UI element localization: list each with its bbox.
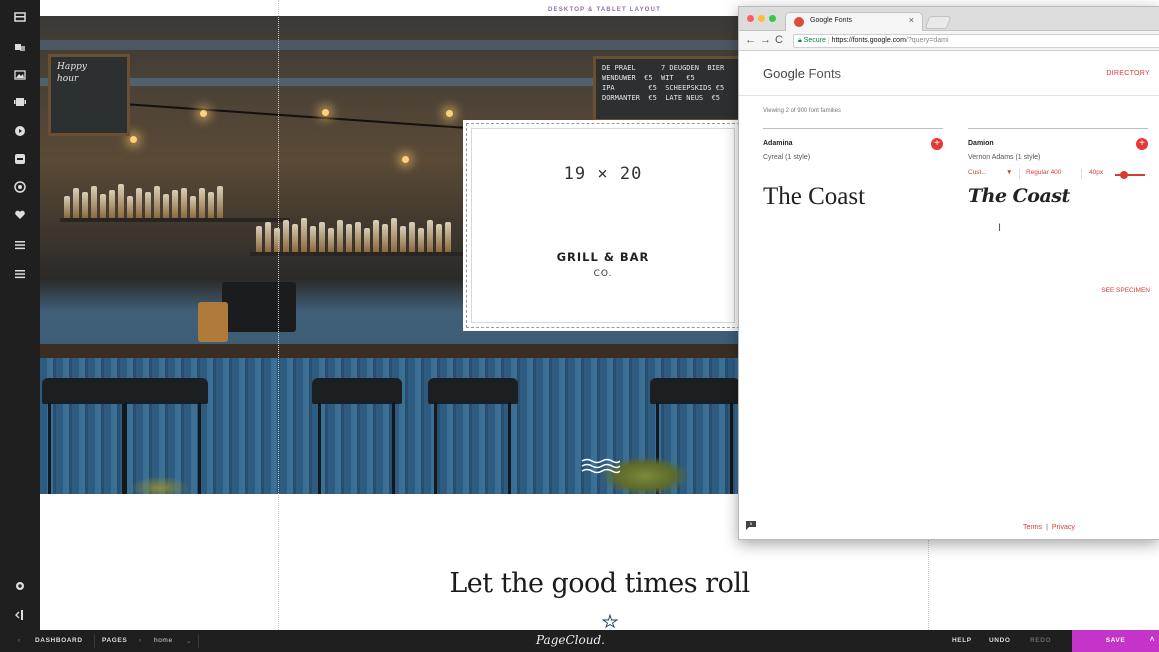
google-fonts-favicon-icon — [794, 17, 804, 27]
column-guide — [278, 0, 279, 630]
bottles — [256, 218, 451, 252]
bar-counter — [40, 344, 740, 358]
register-monitor — [222, 282, 296, 332]
chevron-up-icon[interactable]: ˄ — [1150, 629, 1155, 651]
light-bulb — [200, 110, 207, 117]
string-lights — [100, 101, 520, 133]
pagecloud-logo: PageCloud. — [536, 633, 605, 647]
logo-card[interactable]: 19 × 20 GRILL & BAR CO. — [463, 120, 743, 331]
save-button[interactable]: SAVE ˄ — [1072, 630, 1159, 652]
back-icon[interactable]: ← — [745, 34, 756, 46]
ornament-icon — [602, 614, 618, 628]
light-bulb — [402, 156, 409, 163]
font-sample[interactable]: The Coast — [763, 183, 865, 211]
add-font-button[interactable]: + — [931, 138, 943, 150]
google-fonts-header: Google Fonts DIRECTORY — [739, 52, 1159, 96]
browser-tab-bar: Google Fonts × — [739, 7, 1159, 31]
page-select[interactable]: home — [154, 637, 173, 644]
bar-shelf — [250, 252, 470, 256]
font-author: Cyreal (1 style) — [763, 154, 811, 161]
headline[interactable]: Let the good times roll — [40, 568, 1159, 599]
font-card-adamina[interactable]: Adamina Cyreal (1 style) + The Coast — [763, 128, 943, 298]
embed-icon[interactable] — [6, 148, 34, 170]
pages-button[interactable]: PAGES — [102, 637, 127, 644]
list-icon[interactable] — [6, 263, 34, 285]
text-cursor-icon: I — [998, 222, 1002, 234]
address-bar: ← → C 🔒︎ Secure | https://fonts.google.c… — [739, 31, 1159, 51]
video-icon[interactable] — [6, 120, 34, 142]
social-icon[interactable] — [6, 176, 34, 198]
ceiling-beam — [40, 40, 740, 50]
browser-window: Google Fonts × ← → C 🔒︎ Secure | https:/… — [738, 6, 1159, 540]
font-size-slider[interactable] — [1115, 171, 1145, 179]
font-family-name: Adamina — [763, 140, 793, 147]
close-window-icon[interactable] — [747, 15, 754, 22]
close-tab-icon[interactable]: × — [909, 15, 914, 25]
chalkboard-right: DE PRAEL 7 DEUGDEN BIER WENDUWER €5 WIT … — [593, 56, 740, 122]
help-button[interactable]: HELP — [952, 637, 972, 644]
gallery-icon[interactable] — [6, 91, 34, 113]
feedback-icon[interactable] — [746, 521, 756, 530]
directory-link[interactable]: DIRECTORY — [1106, 70, 1150, 77]
footer-links: Terms | Privacy — [1023, 524, 1075, 531]
light-bulb — [446, 110, 453, 117]
tool-rail — [0, 0, 40, 630]
bar-stool — [312, 378, 402, 494]
privacy-link[interactable]: Privacy — [1052, 524, 1075, 531]
secure-label: Secure — [803, 37, 826, 44]
logo-numbers: 19 × 20 — [563, 164, 643, 184]
url-path: /?query=dami — [905, 37, 949, 44]
undo-button[interactable]: UNDO — [989, 637, 1011, 644]
forward-icon[interactable]: → — [760, 34, 771, 46]
dashboard-button[interactable]: DASHBOARD — [35, 637, 83, 644]
style-select[interactable]: Regular 400 — [1026, 169, 1061, 176]
wicker-basket — [198, 302, 228, 342]
chevron-right-icon: › — [139, 637, 142, 644]
logo-card-border — [471, 128, 735, 323]
size-value: 40px — [1089, 169, 1104, 176]
chalkboard-left: Happy hour — [48, 54, 130, 136]
sample-text-select[interactable]: Cust... — [968, 169, 987, 176]
bottles — [64, 184, 223, 218]
chevron-down-icon[interactable]: ⌄ — [186, 637, 192, 645]
url-host: https://fonts.google.com — [831, 37, 906, 44]
font-family-name: Damion — [968, 140, 994, 147]
maximize-window-icon[interactable] — [769, 15, 776, 22]
heart-icon[interactable] — [6, 204, 34, 226]
plant — [130, 476, 190, 494]
results-count: Viewing 2 of 900 font families — [763, 108, 841, 114]
google-fonts-logo[interactable]: Google Fonts — [763, 66, 841, 81]
chevron-down-icon[interactable]: ▼ — [1006, 169, 1012, 176]
menu-icon[interactable] — [6, 234, 34, 256]
image-icon[interactable] — [6, 64, 34, 86]
see-specimen-link[interactable]: SEE SPECIMEN — [1101, 287, 1150, 294]
settings-icon[interactable] — [6, 575, 34, 597]
logo-co: CO. — [593, 269, 613, 279]
section-icon[interactable] — [6, 6, 34, 28]
font-author: Vernon Adams (1 style) — [968, 154, 1041, 161]
waves-icon — [581, 458, 620, 474]
light-bulb — [130, 136, 137, 143]
browser-tab[interactable]: Google Fonts × — [785, 12, 923, 31]
layout-label: DESKTOP & TABLET LAYOUT — [548, 7, 662, 13]
reload-icon[interactable]: C — [775, 34, 783, 46]
new-tab-button[interactable] — [924, 16, 952, 29]
font-sample[interactable]: The Coast — [968, 185, 1070, 207]
slider-knob[interactable] — [1120, 171, 1128, 179]
collapse-icon[interactable] — [6, 604, 34, 626]
chevron-left-icon[interactable]: ‹ — [18, 637, 21, 644]
bar-stool — [428, 378, 518, 494]
minimize-window-icon[interactable] — [758, 15, 765, 22]
url-input[interactable]: 🔒︎ Secure | https://fonts.google.com/?qu… — [793, 34, 1159, 48]
logo-name: GRILL & BAR — [556, 250, 650, 264]
editor-bottom-bar: ‹ DASHBOARD PAGES › home ⌄ PageCloud. HE… — [0, 630, 1159, 652]
light-bulb — [322, 109, 329, 116]
stack-icon[interactable] — [6, 36, 34, 58]
redo-button[interactable]: REDO — [1030, 637, 1051, 644]
font-controls: Cust... ▼ Regular 400 40px — [968, 169, 1148, 181]
font-card-damion[interactable]: Damion Vernon Adams (1 style) + Cust... … — [968, 128, 1148, 298]
tab-title: Google Fonts — [810, 17, 853, 24]
add-font-button[interactable]: + — [1136, 138, 1148, 150]
terms-link[interactable]: Terms — [1023, 524, 1042, 531]
